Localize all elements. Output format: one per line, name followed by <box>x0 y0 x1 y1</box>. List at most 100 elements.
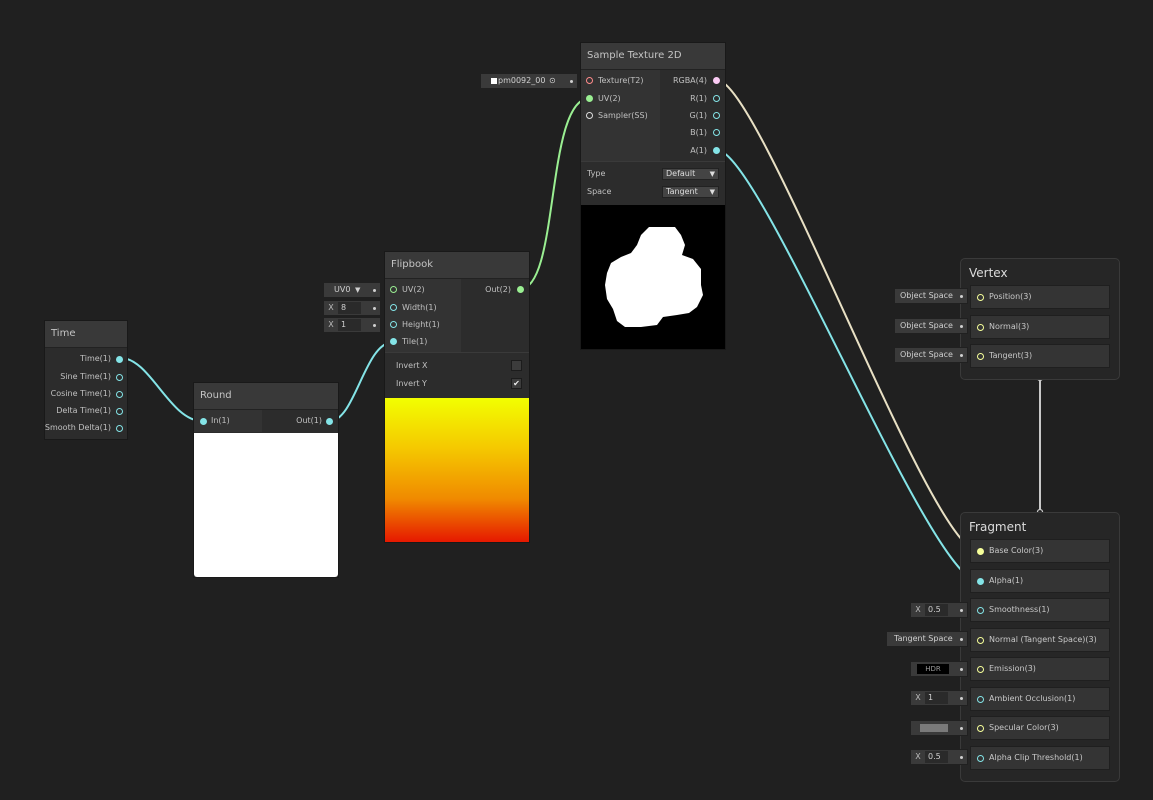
time-output-smooth-delta: Smooth Delta(1) <box>45 421 111 435</box>
sample-texture-2d-node[interactable]: Sample Texture 2D Texture(T2) UV(2) Samp… <box>581 43 725 349</box>
round-node[interactable]: Round In(1) Out(1) <box>194 383 338 577</box>
round-input-port[interactable] <box>200 418 207 425</box>
uv-input-label: UV(2) <box>598 92 621 106</box>
alpha-clip-field[interactable]: X 0.5 <box>910 749 968 765</box>
flipbook-uv-dropdown[interactable]: UV0 ▼ <box>323 282 381 298</box>
chevron-down-icon: ▼ <box>355 286 361 294</box>
divider <box>581 161 725 162</box>
wire-flipbook-to-uv[interactable] <box>519 97 591 290</box>
port-label: Sine Time(1) <box>60 372 111 381</box>
fragment-slot-ambient-occlusion[interactable]: Ambient Occlusion(1) <box>970 687 1110 711</box>
slot-label: Position(3) <box>989 292 1032 301</box>
specular-color-field[interactable] <box>910 720 968 736</box>
round-output-port[interactable] <box>326 418 333 425</box>
type-dropdown[interactable]: Default ▼ <box>662 168 719 180</box>
flipbook-tile-port[interactable] <box>390 338 397 345</box>
tangent-space-field[interactable]: Object Space <box>894 347 968 363</box>
alpha-clip-value[interactable]: 0.5 <box>925 751 948 763</box>
smoothness-value[interactable]: 0.5 <box>925 604 948 616</box>
vertex-slot-normal[interactable]: Normal(3) <box>970 315 1110 339</box>
width-value[interactable]: 8 <box>338 302 361 314</box>
emission-color-field[interactable]: HDR <box>910 661 968 677</box>
flipbook-width-field[interactable]: X8 <box>323 300 381 316</box>
type-label: Type <box>587 169 606 178</box>
object-picker-icon[interactable]: ⊙ <box>549 74 556 88</box>
specular-swatch[interactable] <box>920 724 948 732</box>
flipbook-node[interactable]: Flipbook UV(2) Width(1) Height(1) Tile(1… <box>385 252 529 542</box>
texture-preview-shape <box>605 227 703 327</box>
smoothness-field[interactable]: X 0.5 <box>910 602 968 618</box>
wire-time-to-round[interactable] <box>120 357 203 422</box>
fragment-slot-emission[interactable]: Emission(3) <box>970 657 1110 681</box>
flipbook-height-port[interactable] <box>390 321 397 328</box>
flipbook-uv-label: UV(2) <box>402 283 425 297</box>
round-input-label: In(1) <box>211 414 230 428</box>
vertex-slot-position[interactable]: Position(3) <box>970 285 1110 309</box>
height-value[interactable]: 1 <box>338 319 361 331</box>
slot-label: Base Color(3) <box>989 546 1044 555</box>
a-output-port[interactable] <box>713 147 720 154</box>
slot-port[interactable] <box>977 637 984 644</box>
normal-tangent-space-field[interactable]: Tangent Space <box>886 631 968 647</box>
flipbook-width-port[interactable] <box>390 304 397 311</box>
wire-alpha-to-alpha[interactable] <box>716 149 979 582</box>
slot-port[interactable] <box>977 755 984 762</box>
fragment-slot-alpha-clip[interactable]: Alpha Clip Threshold(1) <box>970 746 1110 770</box>
slot-port[interactable] <box>977 607 984 614</box>
slot-port[interactable] <box>977 548 984 555</box>
fragment-slot-smoothness[interactable]: Smoothness(1) <box>970 598 1110 622</box>
slot-label: Smoothness(1) <box>989 605 1050 614</box>
slot-port[interactable] <box>977 578 984 585</box>
slot-port[interactable] <box>977 725 984 732</box>
time-output-sine-port[interactable] <box>116 374 123 381</box>
r-output-port[interactable] <box>713 95 720 102</box>
invert-x-label: Invert X <box>396 361 428 370</box>
invert-x-checkbox[interactable] <box>511 360 522 371</box>
texture-field[interactable]: pm0092_00 ⊙ <box>480 73 578 89</box>
time-output-smooth-delta-port[interactable] <box>116 425 123 432</box>
port-label: Delta Time(1) <box>56 406 111 415</box>
time-node[interactable]: Time Time(1) Sine Time(1) Cosine Time(1)… <box>45 321 127 439</box>
uv-input-port[interactable] <box>586 95 593 102</box>
flipbook-height-field[interactable]: X1 <box>323 317 381 333</box>
ambient-occlusion-value[interactable]: 1 <box>925 692 948 704</box>
flipbook-width-label: Width(1) <box>402 301 437 315</box>
slot-port[interactable] <box>977 696 984 703</box>
fragment-block[interactable]: Fragment Base Color(3) Alpha(1) Smoothne… <box>960 512 1120 782</box>
space-dropdown[interactable]: Tangent ▼ <box>662 186 719 198</box>
flipbook-uv-port[interactable] <box>390 286 397 293</box>
fragment-slot-normal[interactable]: Normal (Tangent Space)(3) <box>970 628 1110 652</box>
sampler-input-port[interactable] <box>586 112 593 119</box>
vertex-slot-tangent[interactable]: Tangent(3) <box>970 344 1110 368</box>
fragment-slot-specular-color[interactable]: Specular Color(3) <box>970 716 1110 740</box>
b-output-port[interactable] <box>713 129 720 136</box>
b-output-label: B(1) <box>690 126 707 140</box>
time-output-time-port[interactable] <box>116 356 123 363</box>
wire-round-to-tile[interactable] <box>329 341 394 422</box>
ambient-occlusion-field[interactable]: X1 <box>910 690 968 706</box>
slot-port[interactable] <box>977 324 984 331</box>
fragment-slot-alpha[interactable]: Alpha(1) <box>970 569 1110 593</box>
flipbook-node-title: Flipbook <box>385 252 529 279</box>
port-label: UV(2) <box>598 94 621 103</box>
g-output-port[interactable] <box>713 112 720 119</box>
slot-port[interactable] <box>977 353 984 360</box>
hdr-swatch[interactable]: HDR <box>917 664 949 674</box>
invert-y-checkbox[interactable]: ✔ <box>511 378 522 389</box>
time-output-cosine-port[interactable] <box>116 391 123 398</box>
fragment-slot-base-color[interactable]: Base Color(3) <box>970 539 1110 563</box>
texture-input-port[interactable] <box>586 77 593 84</box>
vertex-block[interactable]: Vertex Position(3) Normal(3) Tangent(3) <box>960 258 1120 380</box>
flipbook-output-port[interactable] <box>517 286 524 293</box>
rgba-output-port[interactable] <box>713 77 720 84</box>
slot-port[interactable] <box>977 294 984 301</box>
wire-rgba-to-basecolor[interactable] <box>716 79 979 552</box>
slot-port[interactable] <box>977 666 984 673</box>
slot-label: Specular Color(3) <box>989 723 1059 732</box>
port-label: UV(2) <box>402 285 425 294</box>
port-label: Out(1) <box>296 416 322 425</box>
normal-space-field[interactable]: Object Space <box>894 318 968 334</box>
sample-texture-title: Sample Texture 2D <box>581 43 725 70</box>
position-space-field[interactable]: Object Space <box>894 288 968 304</box>
time-output-delta-port[interactable] <box>116 408 123 415</box>
